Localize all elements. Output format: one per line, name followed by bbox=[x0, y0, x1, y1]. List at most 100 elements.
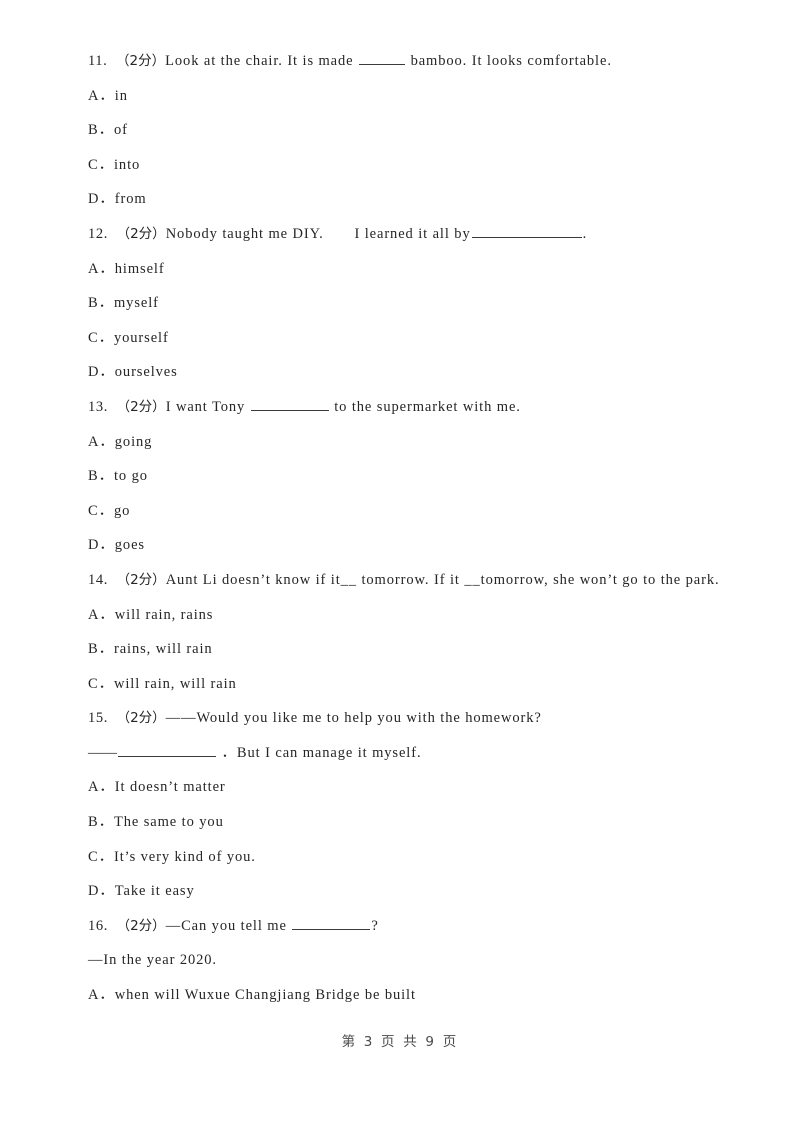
option-label: B． bbox=[88, 468, 114, 485]
question-answer-line-15: —— ．But I can manage it myself. bbox=[48, 736, 752, 771]
question-stem-text-11a: Look at the chair. It is made bbox=[165, 53, 359, 69]
question-stem-text-12b: . bbox=[582, 225, 588, 242]
question-stem-14: 14. （2分）Aunt Li doesn’t know if it__ tom… bbox=[48, 563, 752, 598]
option-12-a[interactable]: A．himself bbox=[48, 252, 752, 287]
option-text: go bbox=[113, 502, 131, 519]
option-label: A． bbox=[88, 433, 115, 450]
option-text: rains, will rain bbox=[113, 641, 213, 658]
option-text: in bbox=[114, 87, 128, 104]
option-text: yourself bbox=[113, 329, 169, 346]
question-stem-text-16b: ? bbox=[371, 917, 379, 934]
question-stem-16: 16. （2分）—Can you tell me ? bbox=[48, 909, 752, 944]
option-16-a[interactable]: A．when will Wuxue Changjiang Bridge be b… bbox=[48, 978, 752, 1013]
question-stem-text-13a: I want Tony bbox=[165, 398, 250, 415]
question-marks-13: （2分） bbox=[123, 398, 166, 415]
question-marks-12: （2分） bbox=[123, 225, 166, 242]
question-stem-11: 11. （2分）Look at the chair. It is made ba… bbox=[48, 44, 752, 79]
option-label: A． bbox=[88, 87, 115, 104]
option-label: C． bbox=[88, 329, 114, 346]
option-12-c[interactable]: C．yourself bbox=[48, 321, 752, 356]
option-text: to go bbox=[113, 468, 148, 485]
answer-blank-11[interactable] bbox=[359, 50, 406, 65]
option-label: A． bbox=[88, 606, 115, 623]
option-label: A． bbox=[88, 260, 115, 277]
option-label: B． bbox=[88, 122, 114, 139]
option-label: C． bbox=[88, 156, 114, 173]
option-15-a[interactable]: A．It doesn’t matter bbox=[48, 770, 752, 805]
page-footer: 第 3 页 共 9 页 bbox=[0, 1030, 800, 1050]
option-text: Take it easy bbox=[114, 883, 195, 900]
question-marks-14: （2分） bbox=[123, 571, 166, 588]
question-number-11: 11. bbox=[88, 53, 108, 69]
dialogue-dash-15: —— bbox=[88, 744, 117, 761]
question-stem-15: 15. （2分）——Would you like me to help you … bbox=[48, 701, 752, 736]
option-text: will rain, rains bbox=[114, 606, 214, 623]
option-text: It doesn’t matter bbox=[114, 779, 226, 796]
option-12-d[interactable]: D．ourselves bbox=[48, 355, 752, 390]
option-13-a[interactable]: A．going bbox=[48, 425, 752, 460]
option-text: into bbox=[113, 156, 141, 173]
question-answer-text-15: ．But I can manage it myself. bbox=[217, 744, 422, 761]
answer-blank-12[interactable] bbox=[471, 223, 582, 238]
option-label: D． bbox=[88, 364, 115, 381]
option-label: B． bbox=[88, 814, 114, 831]
option-text: when will Wuxue Changjiang Bridge be bui… bbox=[114, 987, 416, 1004]
question-stem-text-12a: Nobody taught me DIY. I learned it all b… bbox=[165, 225, 471, 242]
question-stem-text-16a: —Can you tell me bbox=[165, 917, 292, 934]
option-14-b[interactable]: B．rains, will rain bbox=[48, 632, 752, 667]
option-13-d[interactable]: D．goes bbox=[48, 528, 752, 563]
question-stem-13: 13. （2分）I want Tony to the supermarket w… bbox=[48, 390, 752, 425]
question-number-16: 16. bbox=[88, 917, 108, 934]
option-text: ourselves bbox=[114, 364, 178, 381]
question-marks-11: （2分） bbox=[122, 53, 166, 69]
option-text: It’s very kind of you. bbox=[113, 848, 256, 865]
option-15-b[interactable]: B．The same to you bbox=[48, 805, 752, 840]
option-11-a[interactable]: A．in bbox=[48, 79, 752, 114]
question-marks-15: （2分） bbox=[123, 710, 166, 727]
option-text: goes bbox=[114, 537, 145, 554]
option-label: A． bbox=[88, 779, 115, 796]
option-11-c[interactable]: C．into bbox=[48, 148, 752, 183]
option-label: C． bbox=[88, 675, 114, 692]
option-label: C． bbox=[88, 502, 114, 519]
page-number-text: 第 3 页 共 9 页 bbox=[341, 1034, 459, 1050]
document-page: 11. （2分）Look at the chair. It is made ba… bbox=[0, 0, 800, 1132]
option-11-d[interactable]: D．from bbox=[48, 182, 752, 217]
option-13-c[interactable]: C．go bbox=[48, 494, 752, 529]
answer-blank-16[interactable] bbox=[292, 915, 371, 930]
option-text: will rain, will rain bbox=[113, 675, 237, 692]
option-label: D． bbox=[88, 537, 115, 554]
option-label: A． bbox=[88, 987, 115, 1004]
question-number-14: 14. bbox=[88, 571, 108, 588]
option-15-c[interactable]: C．It’s very kind of you. bbox=[48, 840, 752, 875]
option-text: going bbox=[114, 433, 153, 450]
question-stem-text-11b: bamboo. It looks comfortable. bbox=[406, 53, 612, 69]
option-11-b[interactable]: B．of bbox=[48, 113, 752, 148]
option-13-b[interactable]: B．to go bbox=[48, 459, 752, 494]
option-text: from bbox=[114, 191, 147, 208]
question-answer-text-16: —In the year 2020. bbox=[88, 952, 217, 969]
option-text: himself bbox=[114, 260, 165, 277]
answer-blank-13[interactable] bbox=[250, 396, 329, 411]
question-stem-text-14: Aunt Li doesn’t know if it__ tomorrow. I… bbox=[165, 571, 720, 588]
option-14-a[interactable]: A．will rain, rains bbox=[48, 598, 752, 633]
document-body: 11. （2分）Look at the chair. It is made ba… bbox=[48, 44, 752, 1013]
answer-blank-15[interactable] bbox=[118, 742, 216, 757]
option-15-d[interactable]: D．Take it easy bbox=[48, 874, 752, 909]
option-text: myself bbox=[113, 295, 159, 312]
option-label: B． bbox=[88, 295, 114, 312]
question-number-13: 13. bbox=[88, 398, 108, 415]
question-number-15: 15. bbox=[88, 710, 108, 727]
question-stem-text-15: ——Would you like me to help you with the… bbox=[165, 710, 542, 727]
option-label: D． bbox=[88, 191, 115, 208]
question-number-12: 12. bbox=[88, 225, 108, 242]
question-stem-12: 12. （2分）Nobody taught me DIY. I learned … bbox=[48, 217, 752, 252]
option-text: The same to you bbox=[113, 814, 224, 831]
option-12-b[interactable]: B．myself bbox=[48, 286, 752, 321]
option-text: of bbox=[113, 122, 128, 139]
option-14-c[interactable]: C．will rain, will rain bbox=[48, 667, 752, 702]
question-stem-text-13b: to the supermarket with me. bbox=[329, 398, 521, 415]
question-answer-line-16: —In the year 2020. bbox=[48, 943, 752, 978]
question-marks-16: （2分） bbox=[123, 917, 166, 934]
option-label: B． bbox=[88, 641, 114, 658]
